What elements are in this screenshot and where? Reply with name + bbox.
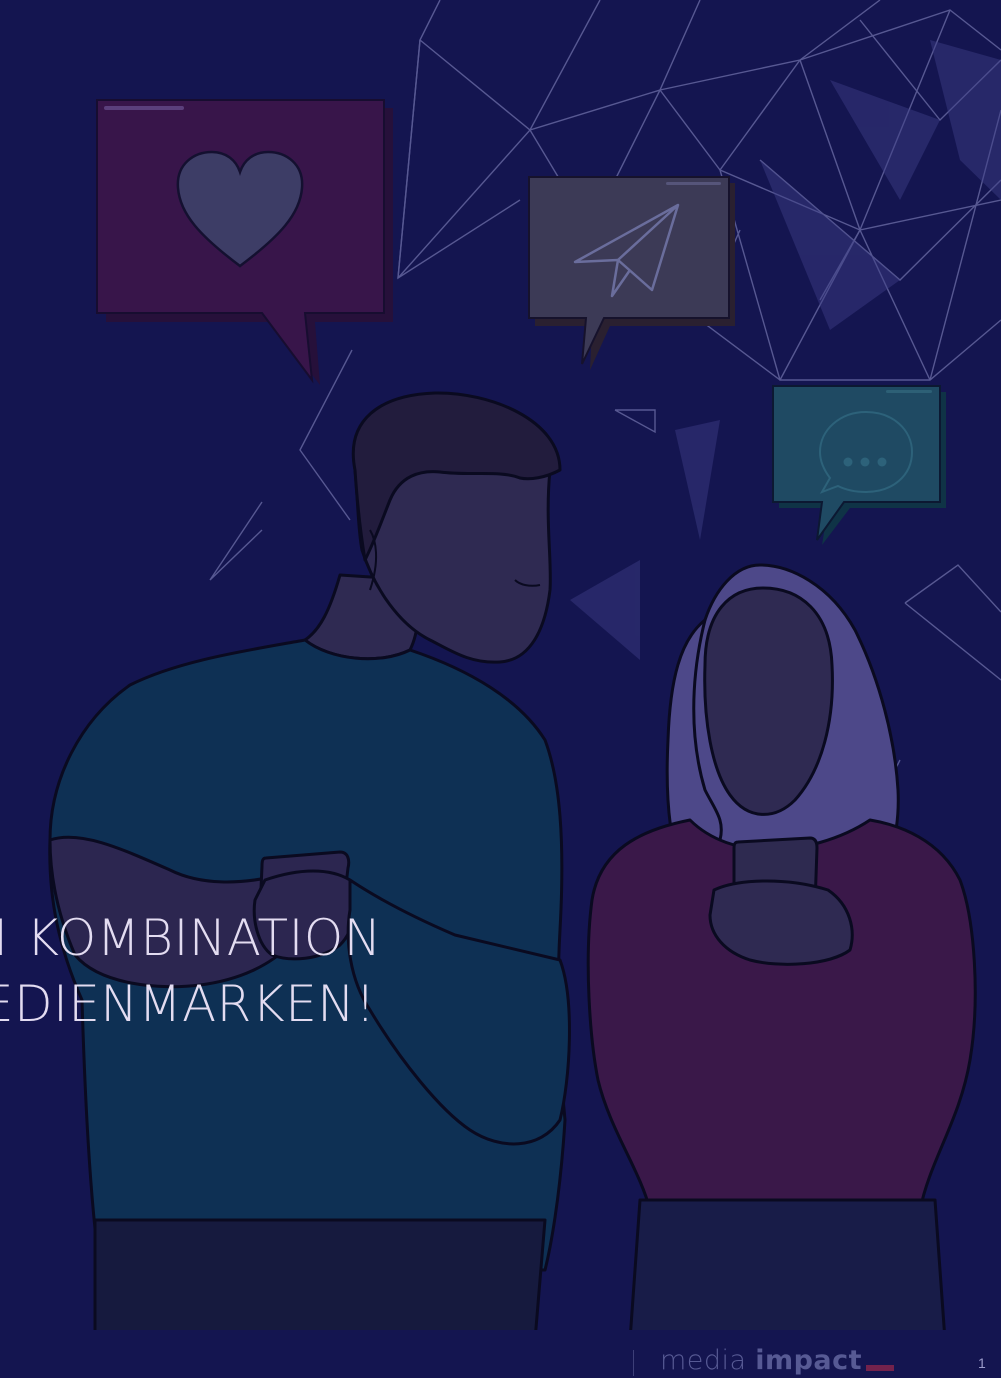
chat-bubble: [772, 385, 946, 545]
brand-underscore: [866, 1365, 895, 1371]
heart-bubble: [96, 99, 393, 385]
paper-plane-bubble: [528, 176, 735, 370]
page-number: 1: [978, 1355, 986, 1371]
footer-divider: [633, 1350, 634, 1376]
polygon-fills: [570, 40, 1001, 660]
headline-line-2: EDIENMARKEN!: [0, 975, 376, 1033]
brand-word-impact: impact: [755, 1345, 863, 1376]
man-figure: [48, 391, 571, 1342]
headline-line-1: N KOMBINATION: [0, 909, 382, 967]
brand-word-media: media: [660, 1345, 747, 1376]
woman-pants: [628, 1198, 947, 1342]
slide-headline: N KOMBINATION EDIENMARKEN!: [0, 905, 382, 1037]
woman-figure: [586, 563, 977, 1342]
woman-hands: [708, 879, 854, 966]
brand-logo: media impact: [660, 1344, 895, 1378]
background-illustration: [0, 0, 1001, 1378]
man-pants: [93, 1218, 547, 1342]
